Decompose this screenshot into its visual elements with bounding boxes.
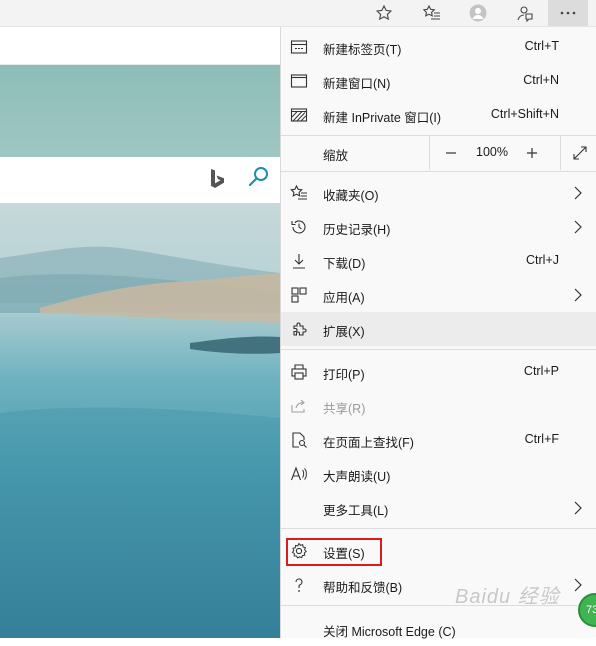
read-aloud-icon — [290, 465, 308, 483]
zoom-label: 缩放 — [323, 149, 349, 163]
menu-divider — [281, 171, 596, 172]
menu-item-label: 在页面上查找(F) — [323, 436, 414, 450]
menu-item-print[interactable]: 打印(P) Ctrl+P — [281, 355, 596, 389]
new-window-icon — [290, 72, 308, 90]
inprivate-icon — [290, 106, 308, 124]
browser-toolbar — [0, 0, 596, 27]
menu-item-close-edge[interactable]: 关闭 Microsoft Edge (C) — [281, 612, 596, 646]
menu-item-label: 应用(A) — [323, 291, 365, 305]
menu-item-label: 收藏夹(O) — [323, 189, 379, 203]
menu-item-shortcut: Ctrl+N — [523, 73, 559, 87]
menu-item-new-window[interactable]: 新建窗口(N) Ctrl+N — [281, 64, 596, 98]
zoom-level-value: 100% — [476, 145, 508, 159]
zoom-in-button[interactable] — [521, 142, 543, 164]
help-icon — [290, 576, 308, 594]
zoom-controls: 100% — [429, 136, 596, 170]
page-header-image — [0, 65, 280, 157]
background-landscape-image — [0, 203, 280, 638]
menu-item-find-on-page[interactable]: 在页面上查找(F) Ctrl+F — [281, 423, 596, 457]
find-icon — [290, 431, 308, 449]
chevron-right-icon — [574, 501, 582, 515]
highlight-box — [286, 538, 382, 566]
fullscreen-icon — [573, 146, 587, 160]
new-tab-icon — [290, 38, 308, 56]
chevron-right-icon — [574, 578, 582, 592]
feedback-icon[interactable] — [504, 0, 544, 26]
fullscreen-button[interactable] — [560, 136, 596, 170]
menu-item-label: 新建 InPrivate 窗口(I) — [323, 111, 442, 125]
page-content — [0, 65, 280, 638]
search-box[interactable] — [0, 157, 280, 203]
menu-item-label: 下载(D) — [323, 257, 366, 271]
menu-item-zoom: 缩放 100% — [281, 136, 596, 170]
favorites-star-icon[interactable] — [364, 0, 404, 26]
extensions-icon — [290, 320, 308, 338]
chevron-right-icon — [574, 186, 582, 200]
menu-divider — [281, 349, 596, 350]
settings-and-more-menu: 新建标签页(T) Ctrl+T 新建窗口(N) Ctrl+N 新建 InPriv… — [280, 27, 596, 639]
menu-item-label: 历史记录(H) — [323, 223, 391, 237]
history-icon — [290, 218, 308, 236]
chevron-right-icon — [574, 220, 582, 234]
share-icon — [290, 397, 308, 415]
zoom-out-button[interactable] — [440, 142, 462, 164]
menu-item-label: 扩展(X) — [323, 325, 365, 339]
menu-item-extensions[interactable]: 扩展(X) — [281, 312, 596, 346]
favorites-list-icon[interactable] — [412, 0, 452, 26]
download-icon — [290, 252, 308, 270]
menu-item-new-inprivate-window[interactable]: 新建 InPrivate 窗口(I) Ctrl+Shift+N — [281, 98, 596, 132]
profile-icon[interactable] — [458, 0, 498, 26]
menu-item-label: 新建标签页(T) — [323, 43, 402, 57]
menu-divider — [281, 528, 596, 529]
menu-item-history[interactable]: 历史记录(H) — [281, 210, 596, 244]
menu-item-label: 大声朗读(U) — [323, 470, 391, 484]
menu-item-label: 新建窗口(N) — [323, 77, 391, 91]
menu-item-shortcut: Ctrl+T — [524, 39, 559, 53]
menu-item-shortcut: Ctrl+F — [524, 432, 559, 446]
address-bar-area — [0, 27, 280, 65]
more-icon[interactable] — [548, 0, 588, 26]
menu-item-new-tab[interactable]: 新建标签页(T) Ctrl+T — [281, 30, 596, 64]
menu-item-downloads[interactable]: 下载(D) Ctrl+J — [281, 244, 596, 278]
menu-item-label: 共享(R) — [323, 402, 366, 416]
menu-item-settings[interactable]: 设置(S) — [281, 534, 596, 568]
favorites-icon — [290, 184, 308, 202]
watermark: Baidu 经验 — [455, 586, 560, 608]
search-icon[interactable] — [247, 165, 271, 189]
menu-item-shortcut: Ctrl+Shift+N — [490, 107, 559, 121]
bing-logo-icon — [211, 169, 224, 188]
apps-icon — [290, 286, 308, 304]
menu-item-shortcut: Ctrl+J — [526, 253, 559, 267]
menu-item-label: 更多工具(L) — [323, 504, 389, 518]
menu-item-favorites[interactable]: 收藏夹(O) — [281, 176, 596, 210]
menu-item-label: 帮助和反馈(B) — [323, 581, 403, 595]
menu-item-label: 关闭 Microsoft Edge (C) — [323, 625, 456, 639]
menu-item-shortcut: Ctrl+P — [523, 364, 559, 378]
menu-item-apps[interactable]: 应用(A) — [281, 278, 596, 312]
menu-item-read-aloud[interactable]: 大声朗读(U) — [281, 457, 596, 491]
chevron-right-icon — [574, 288, 582, 302]
menu-item-label: 打印(P) — [323, 368, 365, 382]
menu-item-more-tools[interactable]: 更多工具(L) — [281, 491, 596, 525]
print-icon — [290, 363, 308, 381]
menu-item-share[interactable]: 共享(R) — [281, 389, 596, 423]
